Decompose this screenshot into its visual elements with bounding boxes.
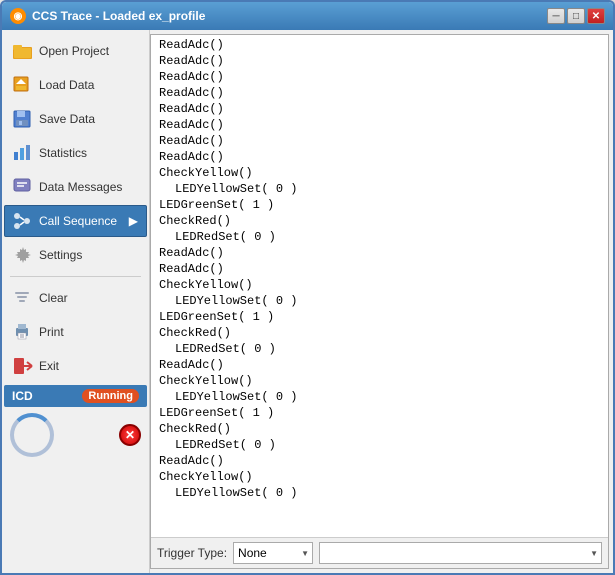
save-data-label: Save Data	[39, 112, 95, 126]
trigger-type-wrapper: None On Entry On Exit On Change	[233, 542, 313, 564]
sidebar-divider-1	[10, 276, 141, 277]
print-icon	[13, 322, 33, 342]
call-sequence-icon	[13, 211, 33, 231]
trace-item: CheckYellow()	[151, 373, 608, 389]
trace-item: ReadAdc()	[151, 101, 608, 117]
clear-icon	[13, 288, 33, 308]
trace-item: LEDYellowSet( 0 )	[151, 485, 608, 501]
trace-item: ReadAdc()	[151, 245, 608, 261]
trace-item: CheckRed()	[151, 421, 608, 437]
trace-item: CheckYellow()	[151, 165, 608, 181]
trace-item: LEDYellowSet( 0 )	[151, 389, 608, 405]
running-badge: Running	[82, 389, 139, 403]
open-project-label: Open Project	[39, 44, 109, 58]
trace-item: ReadAdc()	[151, 117, 608, 133]
statistics-label: Statistics	[39, 146, 87, 160]
window-title: CCS Trace - Loaded ex_profile	[32, 9, 547, 23]
trigger-type-select[interactable]: None On Entry On Exit On Change	[233, 542, 313, 564]
load-icon	[13, 75, 33, 95]
data-messages-icon	[13, 177, 33, 197]
sidebar-item-load-data[interactable]: Load Data	[4, 69, 147, 101]
trace-item: ReadAdc()	[151, 37, 608, 53]
title-bar: ◉ CCS Trace - Loaded ex_profile ─ □ ✕	[2, 2, 613, 30]
trigger-secondary-select[interactable]	[319, 542, 602, 564]
statistics-icon	[13, 143, 33, 163]
main-content: Open Project Load Data Save Data Statist…	[2, 30, 613, 573]
trace-list[interactable]: ReadAdc()ReadAdc()ReadAdc()ReadAdc()Read…	[151, 35, 608, 537]
sidebar-item-clear[interactable]: Clear	[4, 282, 147, 314]
save-icon	[13, 109, 33, 129]
clear-label: Clear	[39, 291, 68, 305]
sidebar-item-call-sequence[interactable]: Call Sequence ▶	[4, 205, 147, 237]
call-sequence-label: Call Sequence	[39, 214, 117, 228]
sidebar-item-statistics[interactable]: Statistics	[4, 137, 147, 169]
trace-item: CheckRed()	[151, 213, 608, 229]
trace-item: LEDRedSet( 0 )	[151, 229, 608, 245]
trace-item: LEDGreenSet( 1 )	[151, 197, 608, 213]
sidebar-item-print[interactable]: Print	[4, 316, 147, 348]
trace-item: LEDGreenSet( 1 )	[151, 309, 608, 325]
trace-item: ReadAdc()	[151, 133, 608, 149]
settings-label: Settings	[39, 248, 82, 262]
trace-item: ReadAdc()	[151, 149, 608, 165]
sidebar-item-open-project[interactable]: Open Project	[4, 35, 147, 67]
main-window: ◉ CCS Trace - Loaded ex_profile ─ □ ✕ Op…	[0, 0, 615, 575]
trace-item: LEDGreenSet( 1 )	[151, 405, 608, 421]
maximize-button[interactable]: □	[567, 8, 585, 24]
stop-button[interactable]: ✕	[119, 424, 141, 446]
trigger-type-label: Trigger Type:	[157, 546, 227, 560]
trace-item: ReadAdc()	[151, 85, 608, 101]
trace-item: LEDRedSet( 0 )	[151, 437, 608, 453]
minimize-button[interactable]: ─	[547, 8, 565, 24]
exit-icon	[13, 356, 33, 376]
loading-spinner	[10, 413, 54, 457]
sidebar-item-save-data[interactable]: Save Data	[4, 103, 147, 135]
trace-item: ReadAdc()	[151, 357, 608, 373]
trace-item: ReadAdc()	[151, 69, 608, 85]
trace-item: LEDRedSet( 0 )	[151, 341, 608, 357]
print-label: Print	[39, 325, 64, 339]
settings-icon	[13, 245, 33, 265]
trace-item: ReadAdc()	[151, 453, 608, 469]
trace-item: LEDYellowSet( 0 )	[151, 181, 608, 197]
sidebar: Open Project Load Data Save Data Statist…	[2, 30, 150, 573]
trace-item: LEDYellowSet( 0 )	[151, 293, 608, 309]
icd-label: ICD	[12, 389, 33, 403]
trace-item: ReadAdc()	[151, 53, 608, 69]
folder-open-icon	[13, 41, 33, 61]
sidebar-item-exit[interactable]: Exit	[4, 350, 147, 382]
spinner-area: ✕	[2, 409, 149, 461]
data-messages-label: Data Messages	[39, 180, 122, 194]
close-button[interactable]: ✕	[587, 8, 605, 24]
trace-item: CheckRed()	[151, 325, 608, 341]
load-data-label: Load Data	[39, 78, 94, 92]
trigger-secondary-wrapper	[319, 542, 602, 564]
trace-item: ReadAdc()	[151, 261, 608, 277]
exit-label: Exit	[39, 359, 59, 373]
window-controls: ─ □ ✕	[547, 8, 605, 24]
icd-section: ICD Running	[4, 385, 147, 407]
content-area: ReadAdc()ReadAdc()ReadAdc()ReadAdc()Read…	[150, 34, 609, 569]
sidebar-item-settings[interactable]: Settings	[4, 239, 147, 271]
app-icon: ◉	[10, 8, 26, 24]
sidebar-item-data-messages[interactable]: Data Messages	[4, 171, 147, 203]
trace-item: CheckYellow()	[151, 469, 608, 485]
trace-item: CheckYellow()	[151, 277, 608, 293]
arrow-indicator: ▶	[129, 214, 138, 228]
trigger-bar: Trigger Type: None On Entry On Exit On C…	[151, 537, 608, 568]
